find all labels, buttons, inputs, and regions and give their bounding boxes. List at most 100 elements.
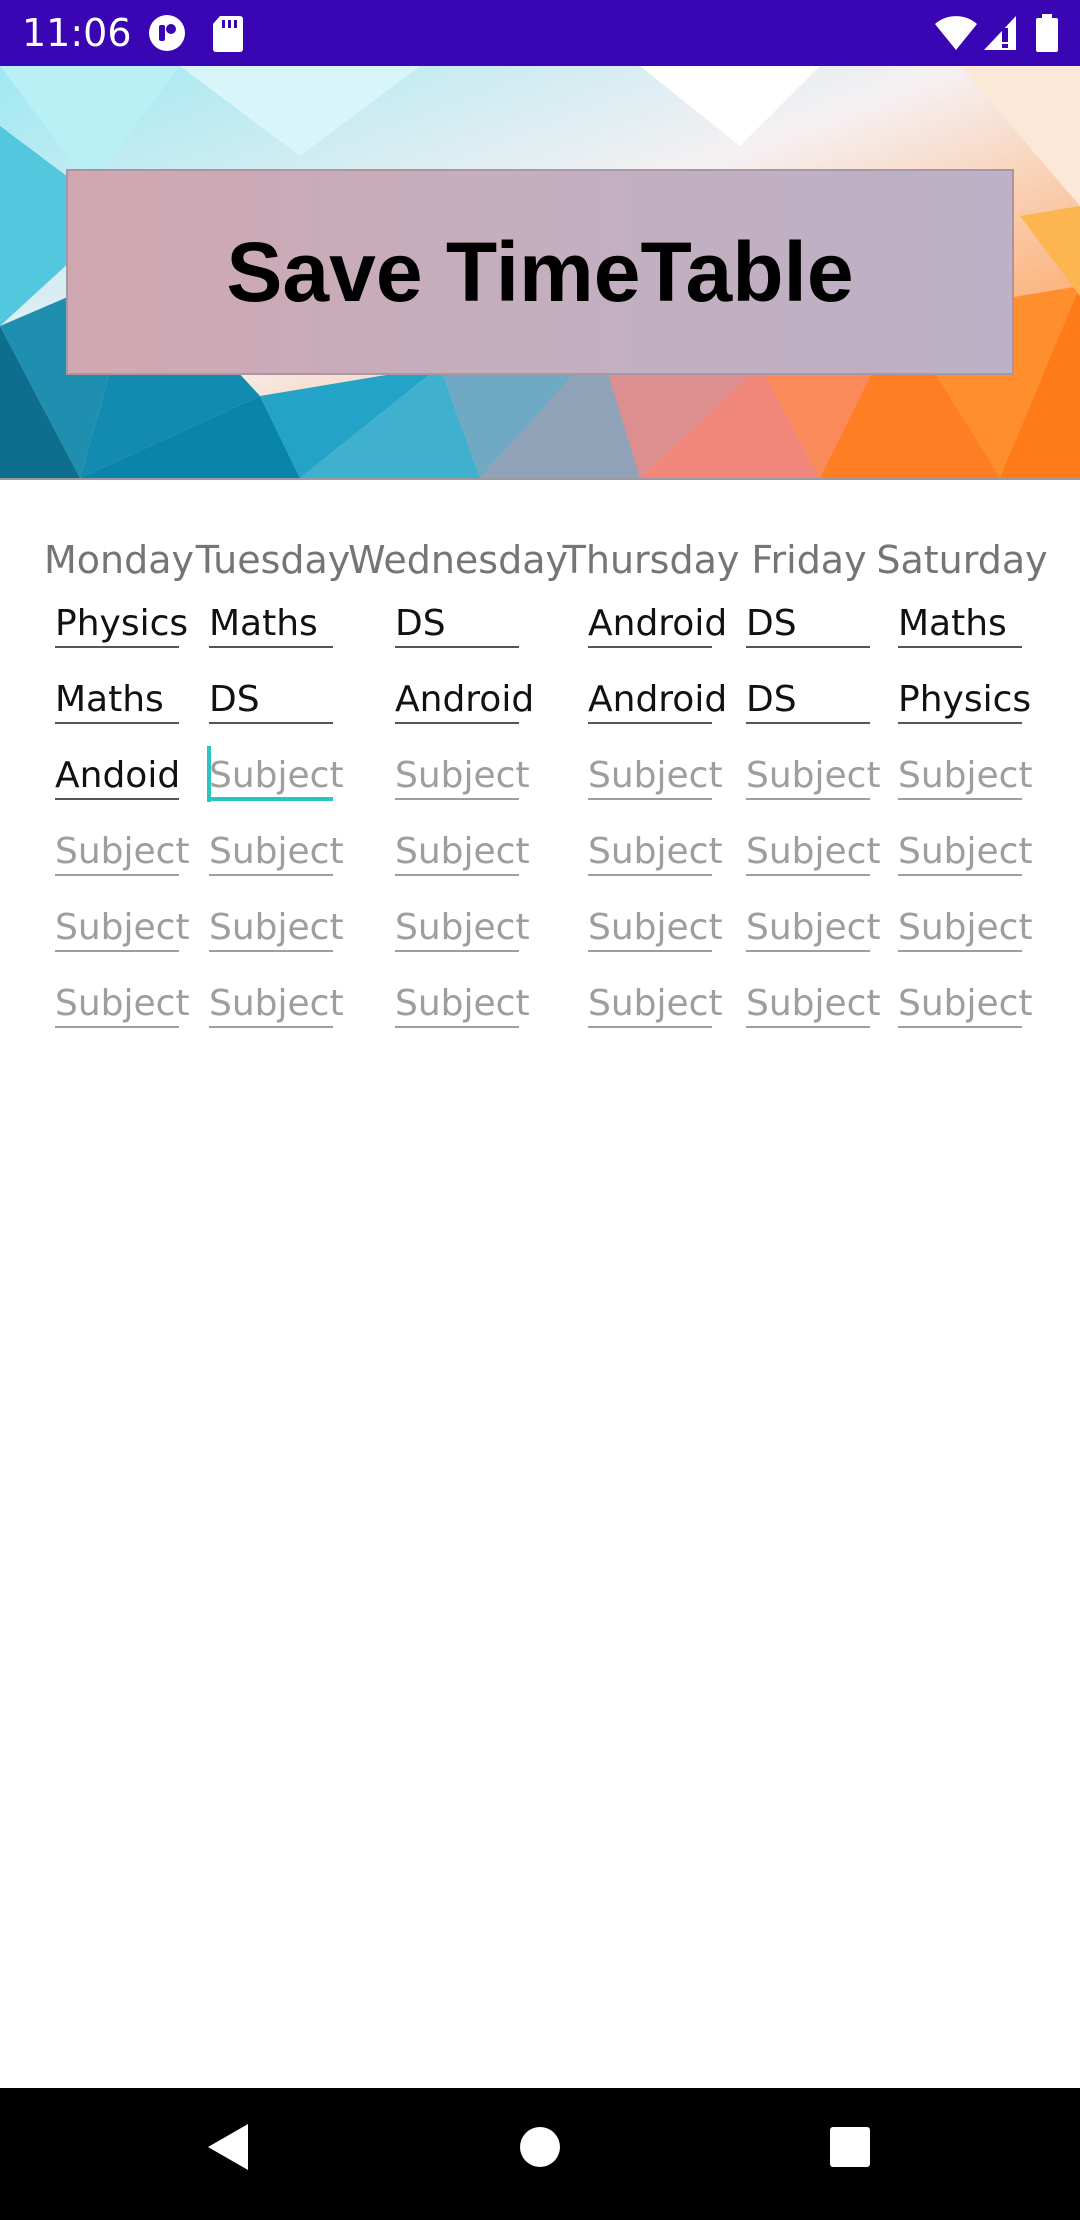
home-icon[interactable]: [518, 2122, 562, 2177]
subject-input-row3-saturday[interactable]: Subject: [898, 752, 1033, 812]
input-underline: [55, 646, 179, 648]
subject-value: DS: [395, 603, 446, 644]
subject-input-row6-saturday[interactable]: Subject: [898, 980, 1033, 1040]
subject-input-row6-monday[interactable]: Subject: [55, 980, 190, 1040]
subject-input-row6-wednesday[interactable]: Subject: [395, 980, 530, 1040]
subject-input-row2-thursday[interactable]: Android: [588, 676, 727, 736]
subject-input-row6-tuesday[interactable]: Subject: [209, 980, 344, 1040]
subject-input-row4-saturday[interactable]: Subject: [898, 828, 1033, 888]
subject-placeholder: Subject: [588, 983, 723, 1024]
subject-input-row3-wednesday[interactable]: Subject: [395, 752, 530, 812]
subject-value: Maths: [55, 679, 164, 720]
input-underline: [588, 1026, 712, 1028]
input-underline: [55, 722, 179, 724]
subject-input-row1-friday[interactable]: DS: [746, 600, 870, 660]
input-underline: [898, 874, 1022, 876]
subject-input-row2-saturday[interactable]: Physics: [898, 676, 1031, 736]
day-header-friday: Friday: [751, 538, 867, 582]
subject-input-row6-thursday[interactable]: Subject: [588, 980, 723, 1040]
subject-placeholder: Subject: [588, 755, 723, 796]
subject-value: Maths: [898, 603, 1007, 644]
subject-input-row2-tuesday[interactable]: DS: [209, 676, 333, 736]
input-underline: [746, 1026, 870, 1028]
day-header-thursday: Thursday: [562, 538, 740, 582]
input-underline: [746, 798, 870, 800]
subject-input-row3-tuesday[interactable]: Subject: [207, 746, 344, 812]
subject-placeholder: Subject: [209, 983, 344, 1024]
subject-value: DS: [209, 679, 260, 720]
subject-value: Physics: [55, 603, 189, 644]
subject-placeholder: Subject: [588, 831, 723, 872]
subject-input-row1-wednesday[interactable]: DS: [395, 600, 519, 660]
input-underline: [209, 950, 333, 952]
subject-input-row4-wednesday[interactable]: Subject: [395, 828, 530, 888]
input-underline: [898, 950, 1022, 952]
subject-value: Android: [588, 679, 728, 720]
input-underline: [746, 646, 870, 648]
app-notification-icon: [148, 14, 186, 57]
subject-value: DS: [746, 679, 797, 720]
status-time: 11:06: [22, 11, 132, 55]
input-underline: [395, 646, 519, 648]
subject-input-row4-friday[interactable]: Subject: [746, 828, 881, 888]
subject-placeholder: Subject: [746, 831, 881, 872]
subject-placeholder: Subject: [395, 755, 530, 796]
subject-placeholder: Subject: [395, 983, 530, 1024]
input-underline: [209, 646, 333, 648]
subject-input-row2-monday[interactable]: Maths: [55, 676, 179, 736]
subject-input-row3-friday[interactable]: Subject: [746, 752, 881, 812]
subject-input-row5-wednesday[interactable]: Subject: [395, 904, 530, 964]
input-underline: [395, 798, 519, 800]
subject-input-row3-thursday[interactable]: Subject: [588, 752, 723, 812]
day-header-tuesday: Tuesday: [195, 538, 351, 582]
subject-placeholder: Subject: [746, 755, 881, 796]
subject-placeholder: Subject: [209, 755, 344, 796]
subject-input-row1-tuesday[interactable]: Maths: [209, 600, 333, 660]
input-underline: [55, 1026, 179, 1028]
subject-input-row1-monday[interactable]: Physics: [55, 600, 188, 660]
header-banner: Save TimeTable: [0, 66, 1080, 480]
subject-input-row6-friday[interactable]: Subject: [746, 980, 881, 1040]
input-underline: [55, 950, 179, 952]
input-underline: [395, 722, 519, 724]
subject-input-row5-monday[interactable]: Subject: [55, 904, 190, 964]
subject-input-row4-tuesday[interactable]: Subject: [209, 828, 344, 888]
subject-value: DS: [746, 603, 797, 644]
input-underline: [209, 874, 333, 876]
subject-placeholder: Subject: [55, 831, 190, 872]
input-underline: [746, 722, 870, 724]
subject-input-row5-friday[interactable]: Subject: [746, 904, 881, 964]
input-underline: [746, 950, 870, 952]
subject-placeholder: Subject: [209, 831, 344, 872]
subject-input-row2-wednesday[interactable]: Android: [395, 676, 534, 736]
day-header-wednesday: Wednesday: [347, 538, 569, 582]
recents-icon[interactable]: [828, 2122, 872, 2177]
subject-input-row3-monday[interactable]: Andoid: [55, 752, 180, 812]
subject-placeholder: Subject: [746, 983, 881, 1024]
back-icon[interactable]: [206, 2122, 250, 2177]
subject-placeholder: Subject: [395, 907, 530, 948]
input-underline: [395, 1026, 519, 1028]
input-underline: [209, 1026, 333, 1028]
status-bar: 11:06: [0, 0, 1080, 66]
input-underline: [588, 646, 712, 648]
input-underline: [395, 874, 519, 876]
subject-input-row4-monday[interactable]: Subject: [55, 828, 190, 888]
navigation-bar: [0, 2088, 1080, 2220]
save-timetable-button[interactable]: Save TimeTable: [66, 169, 1014, 375]
subject-input-row4-thursday[interactable]: Subject: [588, 828, 723, 888]
input-underline: [588, 874, 712, 876]
subject-placeholder: Subject: [55, 983, 190, 1024]
input-underline: [588, 950, 712, 952]
subject-placeholder: Subject: [746, 907, 881, 948]
subject-input-row5-tuesday[interactable]: Subject: [209, 904, 344, 964]
subject-input-row1-thursday[interactable]: Android: [588, 600, 727, 660]
subject-placeholder: Subject: [588, 907, 723, 948]
subject-input-row2-friday[interactable]: DS: [746, 676, 870, 736]
battery-icon: [1036, 14, 1058, 57]
subject-input-row1-saturday[interactable]: Maths: [898, 600, 1022, 660]
input-underline: [209, 722, 333, 724]
sd-card-icon: [212, 14, 244, 57]
subject-input-row5-thursday[interactable]: Subject: [588, 904, 723, 964]
subject-input-row5-saturday[interactable]: Subject: [898, 904, 1033, 964]
